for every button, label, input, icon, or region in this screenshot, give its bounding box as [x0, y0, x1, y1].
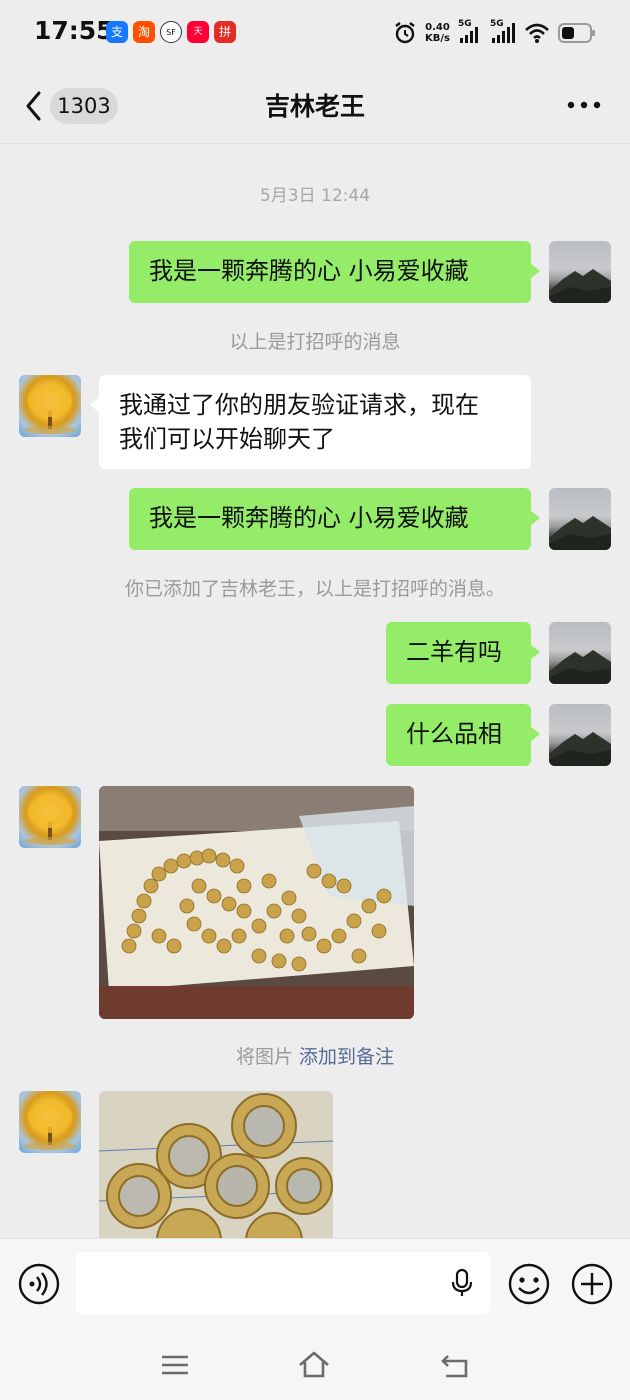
more-options-icon[interactable]: [566, 100, 602, 110]
system-navigation-bar: [0, 1330, 630, 1400]
message-bubble-sent[interactable]: 我是一颗奔腾的心 小易爱收藏: [129, 241, 540, 303]
message-bubble-received[interactable]: 我通过了你的朋友验证请求，现在 我们可以开始聊天了: [90, 375, 531, 469]
signal-5g-1-icon: 5G: [458, 19, 482, 45]
emoji-icon[interactable]: [507, 1262, 551, 1306]
contact-avatar[interactable]: [19, 375, 81, 437]
sf-express-icon: SF: [160, 21, 182, 43]
message-timestamp: 5月3日 12:44: [259, 186, 371, 206]
chat-messages[interactable]: 5月3日 12:44 我是一颗奔腾的心 小易爱收藏 以上是打招呼的消息 我通过了…: [0, 145, 630, 1238]
battery-icon: [558, 23, 595, 43]
pinduoduo-icon: 拼: [214, 21, 236, 43]
coin-closeup-image: [99, 1091, 333, 1238]
message-bubble-sent[interactable]: 二羊有吗: [386, 622, 540, 684]
signal-5g-2-icon: 5G: [490, 19, 516, 45]
my-avatar[interactable]: [549, 622, 611, 684]
wifi-icon: [525, 23, 549, 43]
system-message: 你已添加了吉林老王，以上是打招呼的消息。: [124, 578, 505, 600]
tmall-icon: 天: [187, 21, 209, 43]
net-speed: 0.40 KB/s: [425, 22, 450, 44]
microphone-icon[interactable]: [450, 1268, 474, 1298]
menu-icon[interactable]: [158, 1348, 192, 1382]
status-time: 17:55: [34, 16, 114, 45]
coin-pile-image: [99, 786, 414, 1019]
coin-photo-1[interactable]: [99, 786, 414, 1019]
contact-avatar[interactable]: [19, 1091, 81, 1153]
coin-photo-2[interactable]: [99, 1091, 333, 1238]
contact-avatar[interactable]: [19, 786, 81, 848]
status-bar: 17:55 支 淘 SF 天 拼 0.40 KB/s 5G 5G: [0, 0, 630, 66]
chat-title: 吉林老王: [264, 92, 365, 121]
plus-icon[interactable]: [570, 1262, 614, 1306]
taobao-icon: 淘: [133, 21, 155, 43]
message-bubble-sent[interactable]: 我是一颗奔腾的心 小易爱收藏: [129, 488, 540, 550]
alarm-icon: [395, 22, 415, 44]
status-right-group: 0.40 KB/s 5G 5G: [393, 19, 596, 47]
my-avatar[interactable]: [549, 704, 611, 766]
chat-header: 1303 吉林老王: [0, 66, 630, 144]
back-nav-icon[interactable]: [438, 1348, 472, 1382]
message-input[interactable]: [76, 1252, 490, 1314]
my-avatar[interactable]: [549, 488, 611, 550]
system-message-add-note: 将图片 添加到备注: [235, 1046, 395, 1068]
voice-mode-icon[interactable]: [17, 1262, 61, 1306]
add-to-note-link[interactable]: 添加到备注: [299, 1046, 394, 1068]
my-avatar[interactable]: [549, 241, 611, 303]
home-icon[interactable]: [297, 1348, 331, 1382]
system-message: 以上是打招呼的消息: [229, 331, 401, 353]
alipay-icon: 支: [106, 21, 128, 43]
chat-input-bar: [0, 1238, 630, 1330]
message-bubble-sent[interactable]: 什么品相: [386, 704, 540, 766]
